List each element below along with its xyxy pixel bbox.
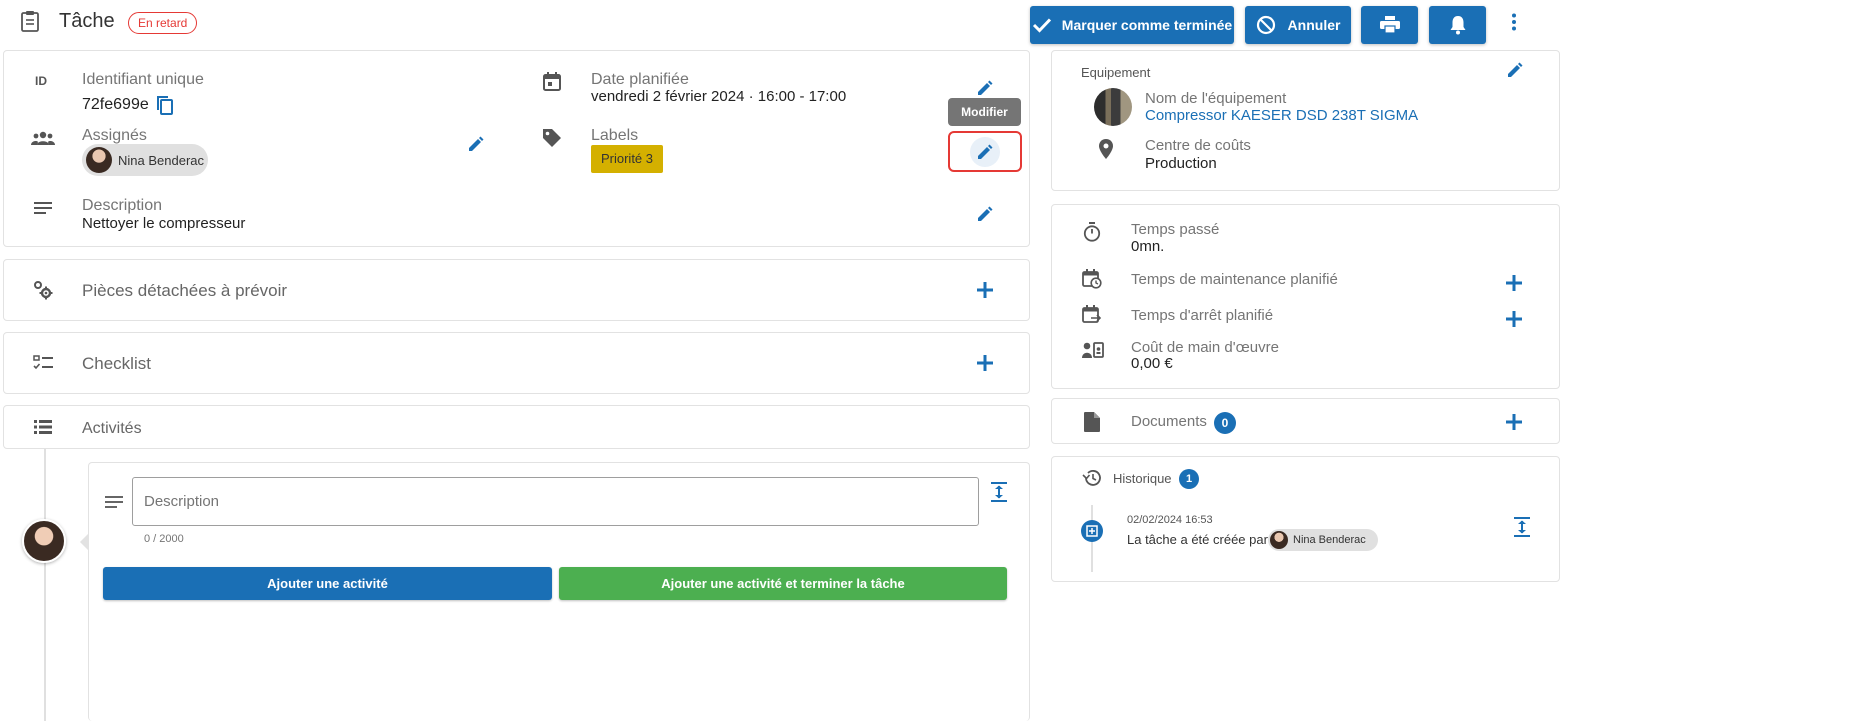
history-entry-text: La tâche a été créée par	[1127, 532, 1268, 547]
notifications-button[interactable]	[1429, 6, 1486, 44]
cost-center-label: Centre de coûts	[1145, 137, 1251, 154]
timer-icon	[1081, 221, 1103, 243]
equipment-name-label: Nom de l'équipement	[1145, 90, 1287, 107]
equipment-thumbnail	[1094, 88, 1132, 126]
status-badge: En retard	[128, 12, 198, 34]
more-vert-icon[interactable]	[1502, 10, 1526, 34]
history-entry-time: 02/02/2024 16:53	[1127, 514, 1213, 526]
date-label: Date planifiée	[591, 71, 689, 88]
maintenance-time-label: Temps de maintenance planifié	[1131, 271, 1338, 288]
mark-complete-label: Marquer comme terminée	[1061, 17, 1233, 33]
edit-equipment-pencil-icon[interactable]	[1502, 57, 1528, 83]
expand-vertical-icon[interactable]	[988, 480, 1010, 504]
equipment-name-link[interactable]: Compressor KAESER DSD 238T SIGMA	[1145, 107, 1418, 124]
add-activity-complete-button[interactable]: Ajouter une activité et terminer la tâch…	[559, 567, 1007, 600]
description-value: Nettoyer le compresseur	[82, 215, 246, 232]
cancel-button[interactable]: Annuler	[1245, 6, 1351, 44]
activity-description-icon	[104, 494, 124, 510]
tag-icon	[541, 127, 563, 149]
add-document-plus-icon[interactable]	[1499, 407, 1529, 437]
labor-cost-icon	[1081, 340, 1105, 360]
history-label: Historique	[1113, 471, 1172, 486]
downtime-label: Temps d'arrêt planifié	[1131, 307, 1274, 324]
labor-cost-label: Coût de main d'œuvre	[1131, 339, 1279, 356]
calendar-arrow-icon	[1081, 304, 1103, 326]
assignee-chip[interactable]: Nina Benderac	[82, 144, 208, 176]
history-user-name: Nina Benderac	[1293, 534, 1366, 546]
page-title: Tâche	[59, 10, 115, 32]
date-value: vendredi 2 février 2024 · 16:00 - 17:00	[591, 88, 847, 105]
mark-complete-button[interactable]: Marquer comme terminée	[1030, 6, 1234, 44]
edit-description-pencil-icon[interactable]	[972, 201, 998, 227]
calendar-clock-icon	[1081, 268, 1103, 290]
add-activity-button[interactable]: Ajouter une activité	[103, 567, 552, 600]
activities-card	[3, 405, 1030, 449]
history-expand-icon[interactable]	[1511, 515, 1533, 539]
document-icon	[1083, 411, 1101, 433]
history-event-marker	[1081, 520, 1103, 542]
add-parts-plus-icon[interactable]	[970, 275, 1000, 305]
cancel-icon	[1256, 15, 1275, 35]
cancel-label: Annuler	[1287, 17, 1341, 33]
labels-label: Labels	[591, 127, 639, 144]
add-checklist-plus-icon[interactable]	[970, 348, 1000, 378]
history-user-chip[interactable]: Nina Benderac	[1268, 529, 1378, 551]
avatar	[22, 519, 66, 563]
copy-icon[interactable]	[153, 93, 177, 117]
list-icon	[33, 418, 53, 436]
id-value: 72fe699e	[82, 96, 149, 113]
cost-center-value: Production	[1145, 155, 1217, 172]
documents-label: Documents	[1131, 413, 1207, 430]
parts-title: Pièces détachées à prévoir	[82, 281, 288, 300]
history-count-badge: 1	[1179, 469, 1199, 489]
activity-description-input[interactable]	[132, 477, 979, 526]
assignee-name: Nina Benderac	[118, 152, 204, 168]
modifier-tooltip: Modifier	[948, 98, 1021, 126]
documents-count-badge: 0	[1214, 412, 1236, 434]
timeline-line	[44, 449, 46, 721]
character-counter: 0 / 2000	[144, 533, 184, 545]
avatar	[86, 147, 112, 173]
highlighted-edit-labels-button[interactable]	[948, 131, 1022, 172]
print-button[interactable]	[1361, 6, 1418, 44]
priority-label-chip: Priorité 3	[591, 145, 663, 173]
documents-card	[1051, 398, 1560, 444]
history-icon	[1081, 468, 1103, 488]
add-maintenance-time-plus-icon[interactable]	[1499, 268, 1529, 298]
time-spent-label: Temps passé	[1131, 221, 1220, 238]
id-icon: ID	[35, 74, 47, 88]
print-icon	[1379, 16, 1400, 34]
avatar	[1270, 531, 1288, 549]
assignees-label: Assignés	[82, 127, 147, 144]
check-icon	[1032, 18, 1051, 33]
time-spent-value: 0mn.	[1131, 238, 1165, 255]
checklist-card	[3, 332, 1030, 394]
checklist-icon	[32, 353, 54, 373]
id-label: Identifiant unique	[82, 71, 204, 88]
edit-assignees-pencil-icon[interactable]	[463, 131, 489, 157]
add-downtime-plus-icon[interactable]	[1499, 304, 1529, 334]
equipment-section-label: Equipement	[1081, 65, 1151, 80]
bell-icon	[1450, 16, 1465, 35]
description-lines-icon	[33, 200, 53, 216]
activities-title: Activités	[82, 420, 142, 437]
gears-icon	[31, 278, 55, 302]
location-pin-icon	[1096, 138, 1116, 160]
edit-labels-pencil-icon[interactable]	[970, 137, 1000, 167]
description-label: Description	[82, 197, 163, 214]
checklist-title: Checklist	[82, 354, 151, 373]
task-clipboard-icon	[18, 8, 42, 34]
calendar-icon	[541, 70, 563, 92]
tooltip-text: Modifier	[961, 105, 1008, 119]
time-card	[1051, 204, 1560, 389]
labor-cost-value: 0,00 €	[1131, 355, 1173, 372]
people-icon	[30, 128, 56, 148]
